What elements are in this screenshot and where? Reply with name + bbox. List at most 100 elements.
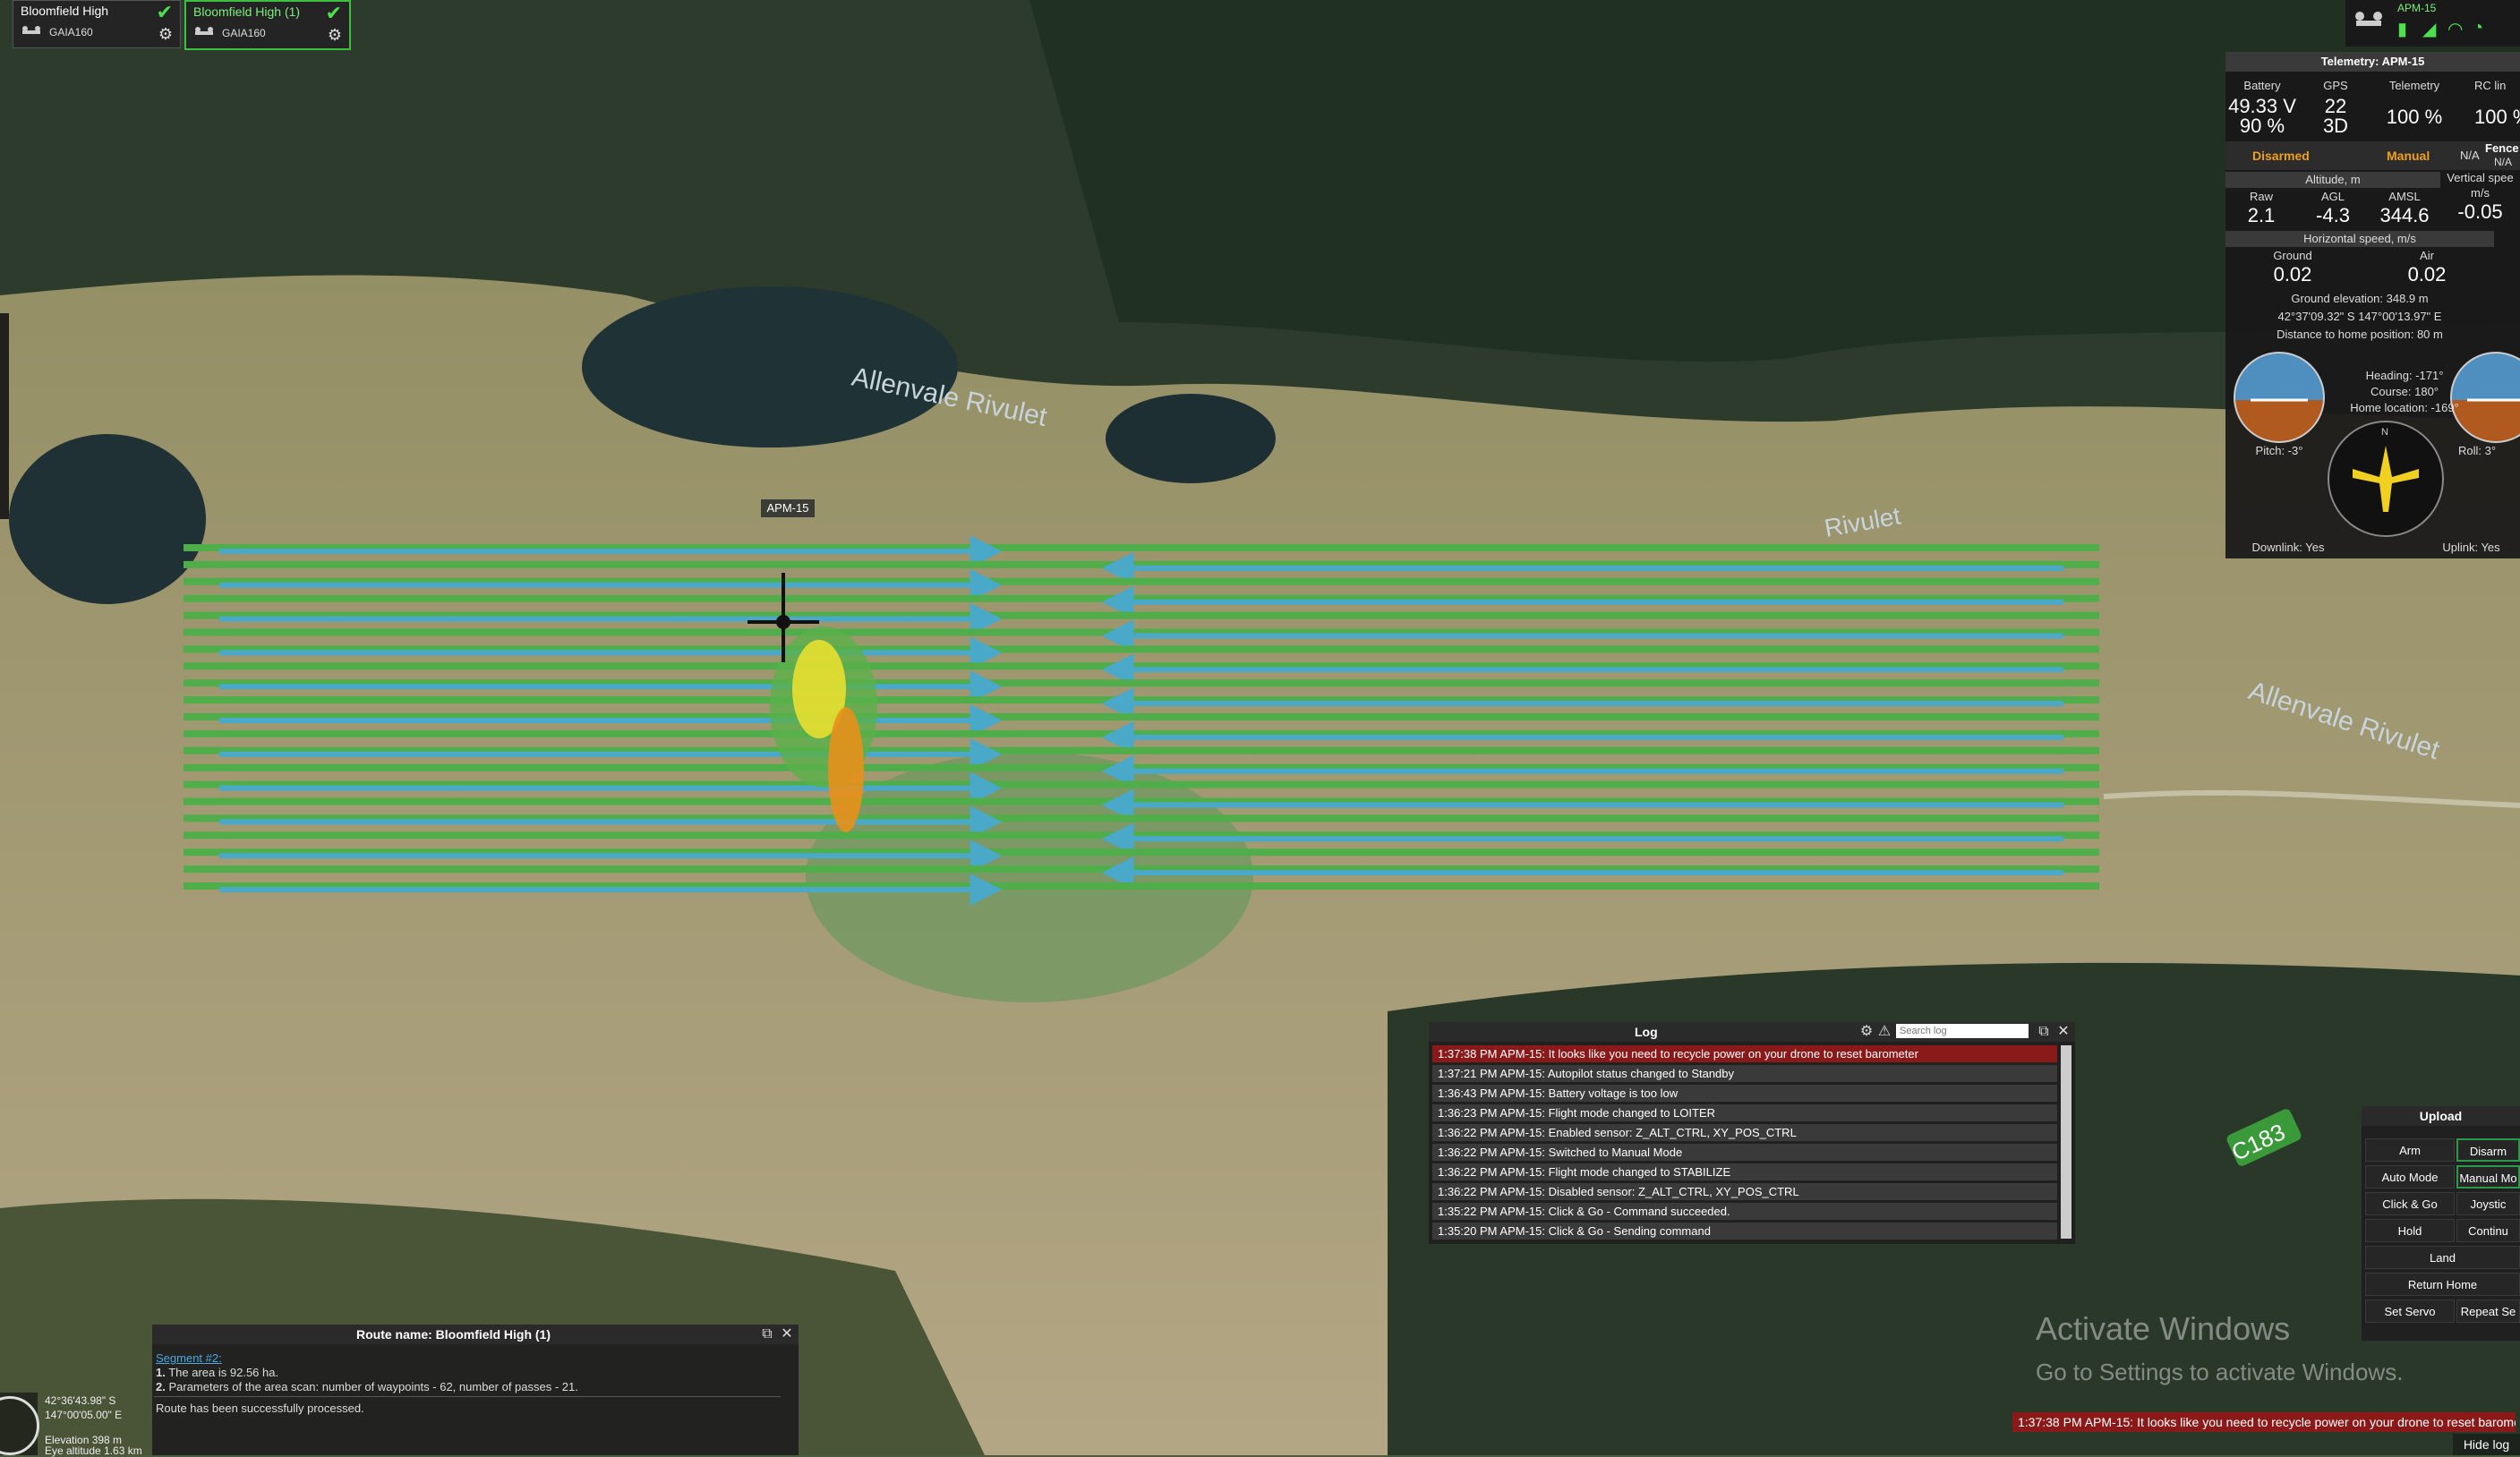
filter-icon[interactable]: ⚙ — [1858, 1024, 1875, 1040]
log-message: APM-15: Enabled sensor: Z_ALT_CTRL, XY_P… — [1499, 1126, 1797, 1139]
set-servo-button[interactable]: Set Servo — [2365, 1299, 2455, 1323]
popout-icon[interactable]: ⧉ — [2036, 1024, 2052, 1040]
battery-icon: ▮ — [2397, 20, 2408, 39]
log-entry[interactable]: 1:36:22 PM APM-15: Enabled sensor: Z_ALT… — [1432, 1124, 2057, 1142]
log-entry[interactable]: 1:35:20 PM APM-15: Click & Go - Sending … — [1432, 1223, 2057, 1240]
hold-button[interactable]: Hold — [2365, 1219, 2455, 1242]
vehicle-card[interactable]: APM-15 ▮ ◢ ◠ ◔ — [2345, 0, 2520, 47]
check-icon[interactable]: ✔ — [157, 1, 173, 24]
cursor-latitude: 42°36'43.98" S — [45, 1394, 116, 1407]
log-entry[interactable]: 1:36:22 PM APM-15: Disabled sensor: Z_AL… — [1432, 1183, 2057, 1201]
land-button[interactable]: Land — [2365, 1246, 2520, 1269]
log-message: APM-15: Flight mode changed to LOITER — [1499, 1106, 1716, 1120]
settings-icon[interactable]: ⚙ — [158, 25, 173, 44]
downlink-status: Downlink: Yes — [2251, 541, 2325, 554]
flight-mode: Manual — [2387, 149, 2430, 163]
arm-button[interactable]: Arm — [2365, 1138, 2455, 1162]
altitude-title: Altitude, m — [2225, 172, 2440, 188]
battery-header: Battery — [2243, 79, 2281, 92]
route-card-vehicle: GAIA160 — [49, 26, 93, 38]
air-speed: 0.02 — [2407, 263, 2447, 285]
segment-link[interactable]: Segment #2: — [156, 1351, 222, 1365]
popout-icon[interactable]: ⧉ — [759, 1326, 775, 1342]
log-entry[interactable]: 1:36:22 PM APM-15: Flight mode changed t… — [1432, 1163, 2057, 1181]
roll-value: Roll: 3° — [2458, 444, 2497, 457]
hide-log-button[interactable]: Hide log — [2453, 1434, 2520, 1455]
log-time: 1:37:21 PM — [1438, 1067, 1498, 1080]
telemetry-panel: Telemetry: APM-15 Battery GPS Telemetry … — [2225, 52, 2520, 558]
status-row: Disarmed Manual N/A Fence N/A — [2225, 141, 2520, 170]
log-scrollbar[interactable] — [2061, 1045, 2072, 1239]
log-panel: Log ⚙ ⚠ ⧉ ✕ 1:37:38 PM APM-15: It looks … — [1429, 1022, 2075, 1244]
log-time: 1:36:22 PM — [1438, 1126, 1498, 1139]
log-entry[interactable]: 1:36:43 PM APM-15: Battery voltage is to… — [1432, 1085, 2057, 1103]
telemetry-value: 100 % — [2386, 106, 2443, 128]
click-go-button[interactable]: Click & Go — [2365, 1192, 2455, 1215]
vspeed-title: Vertical spee — [2447, 171, 2514, 184]
alt-agl: -4.3 — [2316, 204, 2350, 226]
log-time: 1:36:23 PM — [1438, 1106, 1498, 1120]
gps-fix: 3D — [2322, 115, 2349, 137]
log-entry[interactable]: 1:37:21 PM APM-15: Autopilot status chan… — [1432, 1065, 2057, 1083]
activate-windows-subtitle: Go to Settings to activate Windows. — [2036, 1359, 2404, 1385]
vertical-speed: -0.05 — [2457, 200, 2503, 223]
check-icon[interactable]: ✔ — [326, 2, 342, 25]
course-value: Course: 180° — [2370, 385, 2439, 398]
route-panel-title: Route name: Bloomfield High (1) — [356, 1327, 551, 1342]
route-status: Route has been successfully processed. — [156, 1402, 364, 1415]
gps-header: GPS — [2323, 79, 2348, 92]
area-scan-route[interactable] — [184, 535, 2099, 906]
auto-mode-button[interactable]: Auto Mode — [2365, 1165, 2455, 1189]
route-info-panel: Route name: Bloomfield High (1) ⧉ ✕ Segm… — [152, 1325, 799, 1455]
drone-label: APM-15 — [761, 499, 815, 517]
heading-value: Heading: -171° — [2365, 369, 2444, 382]
log-header: Log ⚙ ⚠ ⧉ ✕ — [1429, 1022, 2075, 1042]
compass-ring-icon[interactable] — [0, 1396, 39, 1455]
log-message: APM-15: Battery voltage is too low — [1499, 1086, 1679, 1100]
log-time: 1:35:22 PM — [1438, 1205, 1498, 1218]
route-card-title: Bloomfield High (1) — [193, 4, 301, 19]
divider — [154, 1396, 781, 1397]
zoom-control[interactable] — [0, 1393, 39, 1455]
continue-button[interactable]: Continu — [2456, 1219, 2520, 1242]
ground-elevation: Ground elevation: 348.9 m — [2291, 292, 2429, 305]
log-entry[interactable]: 1:36:22 PM APM-15: Switched to Manual Mo… — [1432, 1144, 2057, 1162]
route-card-bloomfield-high-1[interactable]: Bloomfield High (1) GAIA160 ✔ ⚙ — [184, 0, 351, 50]
hspeed-title: Horizontal speed, m/s — [2225, 231, 2494, 247]
rc-icon: ◔ — [2473, 18, 2484, 38]
alt-raw-label: Raw — [2249, 190, 2273, 203]
manual-mode-button[interactable]: Manual Mo — [2456, 1165, 2520, 1189]
alt-raw: 2.1 — [2247, 204, 2276, 226]
svg-text:N: N — [2381, 427, 2388, 438]
hspeed-air-label: Air — [2420, 249, 2434, 262]
alt-amsl-label: AMSL — [2388, 190, 2421, 203]
alt-agl-label: AGL — [2320, 190, 2345, 203]
log-entry[interactable]: 1:37:38 PM APM-15: It looks like you nee… — [1432, 1045, 2057, 1063]
rc-value: 100 % — [2474, 106, 2520, 128]
route-area: The area is 92.56 ha. — [168, 1366, 279, 1379]
repeat-servo-button[interactable]: Repeat Se — [2456, 1299, 2520, 1323]
left-toolbar[interactable] — [0, 313, 9, 519]
satellite-map[interactable]: C183 Allenvale Rivulet Allenvale Rivulet… — [0, 0, 2520, 1455]
hspeed-ground-label: Ground — [2273, 249, 2312, 262]
close-icon[interactable]: ✕ — [779, 1326, 795, 1342]
notification-bar[interactable]: 1:37:38 PM APM-15: It looks like you nee… — [2012, 1412, 2516, 1432]
joystick-button[interactable]: Joystic — [2456, 1192, 2520, 1215]
log-entry[interactable]: 1:35:22 PM APM-15: Click & Go - Command … — [1432, 1203, 2057, 1221]
disarm-button[interactable]: Disarm — [2456, 1138, 2520, 1162]
rc-header: RC lin — [2474, 79, 2507, 92]
warning-icon[interactable]: ⚠ — [1876, 1024, 1892, 1040]
vehicle-coordinates: 42°37'09.32" S 147°00'13.97" E — [2277, 310, 2442, 323]
route-card-bloomfield-high[interactable]: Bloomfield High GAIA160 ✔ ⚙ — [13, 0, 181, 48]
log-message: APM-15: Click & Go - Sending command — [1499, 1224, 1711, 1238]
line-number: 1. — [156, 1366, 166, 1379]
close-icon[interactable]: ✕ — [2055, 1024, 2072, 1040]
log-entry[interactable]: 1:36:23 PM APM-15: Flight mode changed t… — [1432, 1104, 2057, 1122]
log-search-input[interactable] — [1896, 1024, 2029, 1038]
log-time: 1:36:43 PM — [1438, 1086, 1498, 1100]
distance-home: Distance to home position: 80 m — [2277, 328, 2443, 341]
upload-title[interactable]: Upload — [2362, 1106, 2520, 1126]
return-home-button[interactable]: Return Home — [2365, 1273, 2520, 1296]
settings-icon[interactable]: ⚙ — [328, 26, 342, 45]
log-message: APM-15: Click & Go - Command succeeded. — [1499, 1205, 1730, 1218]
